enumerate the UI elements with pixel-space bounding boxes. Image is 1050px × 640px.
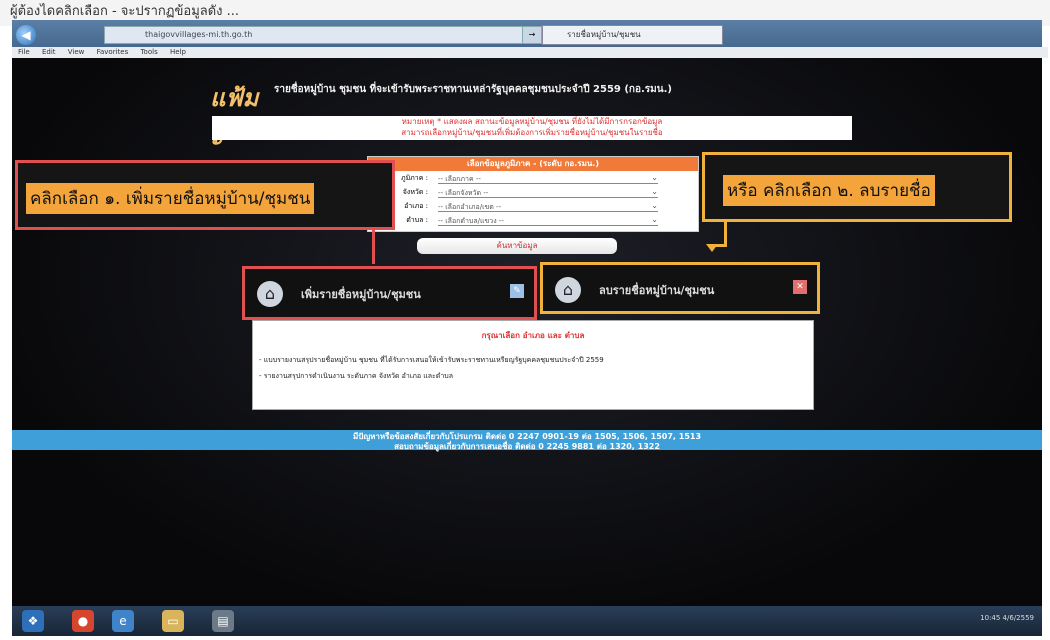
report-link-1[interactable]: - แบบรายงานสรุปรายชื่อหมู่บ้าน ชุมชน ที่… [259,355,604,366]
browser-chrome: ◀ thaigovvillages-mi.th.go.th → รายชื่อห… [12,20,1048,58]
add-village-button[interactable]: ⌂ เพิ่มรายชื่อหมู่บ้าน/ชุมชน ✎ [242,266,537,320]
annotation-arrow [372,230,375,264]
delete-village-button[interactable]: ⌂ ลบรายชื่อหมู่บ้าน/ชุมชน ✕ [540,262,820,314]
annotation-add-callout: คลิกเลือก ๑. เพิ่มรายชื่อหมู่บ้าน/ชุมชน [15,160,395,230]
search-button[interactable]: ค้นหาข้อมูล [417,238,617,254]
filter-panel: เลือกข้อมูลภูมิภาค - (ระดับ กอ.รมน.) ภูม… [367,156,699,232]
arrow-head-icon [706,244,718,252]
filter-row-province: จังหวัด : -- เลือกจังหวัด -- ⌄ [368,185,698,199]
folder-icon[interactable]: ▭ [162,610,184,632]
district-select[interactable]: -- เลือกอำเภอ/เขต -- ⌄ [438,200,658,212]
annotation-delete-label: หรือ คลิกเลือก ๒. ลบรายชื่อ [723,175,935,206]
filter-row-district: อำเภอ : -- เลือกอำเภอ/เขต -- ⌄ [368,199,698,213]
browser-icon[interactable]: ● [72,610,94,632]
province-select[interactable]: -- เลือกจังหวัด -- ⌄ [438,186,658,198]
home-icon: ⌂ [555,277,581,303]
window-icon[interactable]: ▤ [212,610,234,632]
menu-bar: File Edit View Favorites Tools Help [12,47,1048,58]
home-icon: ⌂ [257,281,283,307]
notice-box: หมายเหตุ * แสดงผล สถานะข้อมูลหมู่บ้าน/ชุ… [212,116,852,140]
filter-row-region: ภูมิภาค : -- เลือกภาค -- ⌄ [368,171,698,185]
delete-icon: ✕ [793,280,807,294]
address-bar[interactable]: thaigovvillages-mi.th.go.th [104,26,566,44]
footer-contact-2: สอบถามข้อมูลเกี่ยวกับการเสนอชื่อ ติดต่อ … [394,442,660,451]
info-title: กรุณาเลือก อำเภอ และ ตำบล [481,331,585,340]
chevron-down-icon: ⌄ [651,201,658,210]
back-icon[interactable]: ◀ [16,25,36,45]
site-logo: แฟ้มะ [210,83,259,151]
notice-line-2: สามารถเลือกหมู่บ้าน/ชุมชนที่เพิ่มต้องการ… [401,128,663,137]
annotation-delete-callout: หรือ คลิกเลือก ๒. ลบรายชื่อ [702,152,1012,222]
ie-icon[interactable]: e [112,610,134,632]
chevron-down-icon: ⌄ [651,173,658,182]
notice-line-1: หมายเหตุ * แสดงผล สถานะข้อมูลหมู่บ้าน/ชุ… [401,117,663,126]
subdistrict-select[interactable]: -- เลือกตำบล/แขวง -- ⌄ [438,214,658,226]
start-icon[interactable]: ❖ [22,610,44,632]
filter-row-subdistrict: ตำบล : -- เลือกตำบล/แขวง -- ⌄ [368,213,698,227]
go-button[interactable]: → [522,26,542,44]
browser-tab[interactable]: รายชื่อหมู่บ้าน/ชุมชน [542,25,723,45]
delete-village-label: ลบรายชื่อหมู่บ้าน/ชุมชน [599,284,715,297]
menu-tools[interactable]: Tools [140,48,157,56]
menu-view[interactable]: View [68,48,85,56]
clock: 10:45 4/6/2559 [980,614,1034,622]
menu-edit[interactable]: Edit [42,48,56,56]
document-caption: ผู้ต้องไดคลิกเลือก - จะปรากฏข้อมูลดัง ..… [10,4,240,19]
chevron-down-icon: ⌄ [651,187,658,196]
menu-help[interactable]: Help [170,48,186,56]
chevron-down-icon: ⌄ [651,215,658,224]
report-link-2[interactable]: - รายงานสรุปการดำเนินงาน ระดับภาค จังหวั… [259,371,453,382]
web-page: แฟ้มะ รายชื่อหมู่บ้าน ชุมชน ที่จะเข้ารับ… [12,58,1042,606]
annotation-add-label: คลิกเลือก ๑. เพิ่มรายชื่อหมู่บ้าน/ชุมชน [26,183,315,214]
filter-header: เลือกข้อมูลภูมิภาค - (ระดับ กอ.รมน.) [368,157,698,171]
info-box: กรุณาเลือก อำเภอ และ ตำบล - แบบรายงานสรุ… [252,320,814,410]
taskbar: ❖ ● e ▭ ▤ 10:45 4/6/2559 [12,606,1042,636]
menu-favorites[interactable]: Favorites [97,48,129,56]
add-village-label: เพิ่มรายชื่อหมู่บ้าน/ชุมชน [301,288,421,301]
edit-icon: ✎ [510,284,524,298]
annotation-arrow [724,222,727,244]
menu-file[interactable]: File [18,48,30,56]
page-title: รายชื่อหมู่บ้าน ชุมชน ที่จะเข้ารับพระราช… [274,84,672,95]
footer-bar: มีปัญหาหรือข้อสงสัยเกี่ยวกับโปรแกรม ติดต… [12,430,1042,451]
region-select[interactable]: -- เลือกภาค -- ⌄ [438,172,658,184]
